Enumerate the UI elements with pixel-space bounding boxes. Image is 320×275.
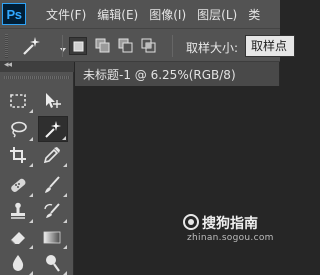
chevron-down-icon — [60, 48, 66, 52]
menu-layer[interactable]: 图层(L) — [197, 6, 237, 23]
magic-wand-tool[interactable] — [38, 116, 68, 142]
new-selection-icon — [73, 41, 84, 52]
dodge-icon — [46, 255, 60, 272]
tool-group-indicator — [29, 163, 33, 167]
options-divider — [62, 35, 63, 57]
intersect-selection-button[interactable] — [140, 37, 158, 55]
collapse-icon[interactable]: ◂◂ — [4, 60, 12, 70]
new-selection-button[interactable] — [69, 37, 87, 55]
gradient-tool[interactable] — [38, 224, 68, 250]
magic-wand-icon — [23, 37, 40, 55]
tools-panel-header: ◂◂ — [0, 60, 74, 72]
watermark-name: 搜狗指南 — [202, 216, 258, 232]
tool-group-indicator — [63, 245, 67, 249]
move-tool[interactable] — [38, 88, 68, 114]
tool-group-indicator — [29, 219, 33, 223]
menu-type[interactable]: 类 — [248, 6, 260, 23]
brush-icon — [45, 176, 60, 193]
menu-items: 文件(F) 编辑(E) 图像(I) 图层(L) 类 — [46, 6, 271, 23]
add-to-selection-button[interactable] — [94, 37, 112, 55]
tool-group-indicator — [63, 163, 67, 167]
options-bar-grip[interactable] — [5, 34, 8, 58]
tools-panel-grip[interactable] — [4, 76, 70, 79]
clone-stamp-icon — [11, 202, 25, 219]
brush-tool[interactable] — [38, 172, 68, 198]
tool-group-indicator — [29, 271, 33, 275]
spot-healing-brush-icon — [11, 178, 26, 192]
sogou-logo-icon — [183, 214, 199, 230]
options-divider — [172, 35, 173, 57]
menu-image[interactable]: 图像(I) — [149, 6, 186, 23]
gradient-icon — [43, 231, 61, 244]
rectangular-marquee-icon — [10, 94, 26, 108]
document-tab-strip: 未标题-1 @ 6.25%(RGB/8) — [75, 62, 280, 86]
watermark-url: zhinan.sogou.com — [187, 233, 274, 243]
tool-group-indicator — [29, 137, 33, 141]
lasso-tool[interactable] — [4, 116, 34, 142]
options-bar: 取样大小: 取样点 — [0, 28, 295, 62]
history-brush-tool[interactable] — [38, 198, 68, 224]
document-tab[interactable]: 未标题-1 @ 6.25%(RGB/8) — [75, 62, 280, 86]
add-to-selection-icon — [95, 38, 110, 53]
blur-tool[interactable] — [4, 250, 34, 275]
menu-bar: Ps 文件(F) 编辑(E) 图像(I) 图层(L) 类 — [0, 0, 280, 28]
menu-file[interactable]: 文件(F) — [46, 6, 86, 23]
tool-group-indicator — [63, 271, 67, 275]
history-brush-icon — [44, 203, 60, 218]
eraser-tool[interactable] — [4, 224, 34, 250]
subtract-from-selection-icon — [118, 38, 133, 53]
crop-tool[interactable] — [4, 142, 34, 168]
magic-wand-icon — [45, 121, 61, 138]
move-icon — [46, 93, 61, 108]
tool-group-indicator — [29, 245, 33, 249]
eyedropper-icon — [43, 147, 60, 164]
blur-icon — [12, 255, 24, 271]
tool-preset-picker[interactable] — [20, 35, 66, 57]
subtract-from-selection-button[interactable] — [117, 37, 135, 55]
tools-panel: ◂◂ — [0, 60, 74, 275]
tool-group-indicator — [63, 193, 67, 197]
tool-group-indicator — [62, 136, 66, 140]
sample-size-select[interactable]: 取样点 — [245, 35, 295, 57]
dodge-tool[interactable] — [38, 250, 68, 275]
tool-group-indicator — [63, 219, 67, 223]
eraser-icon — [10, 232, 25, 245]
lasso-icon — [11, 121, 27, 138]
tool-group-indicator — [29, 193, 33, 197]
document-tab-label: 未标题-1 @ 6.25%(RGB/8) — [83, 68, 236, 82]
menu-edit[interactable]: 编辑(E) — [97, 6, 138, 23]
intersect-selection-icon — [141, 38, 156, 53]
document-canvas-area[interactable] — [75, 86, 280, 275]
photoshop-logo: Ps — [2, 3, 26, 25]
crop-icon — [10, 147, 26, 163]
rectangular-marquee-tool[interactable] — [4, 88, 34, 114]
eyedropper-tool[interactable] — [38, 142, 68, 168]
spot-healing-brush-tool[interactable] — [4, 172, 34, 198]
sogou-watermark: 搜狗指南 zhinan.sogou.com — [183, 214, 273, 246]
sample-size-label: 取样大小: — [186, 41, 239, 55]
tool-group-indicator — [29, 109, 33, 113]
clone-stamp-tool[interactable] — [4, 198, 34, 224]
